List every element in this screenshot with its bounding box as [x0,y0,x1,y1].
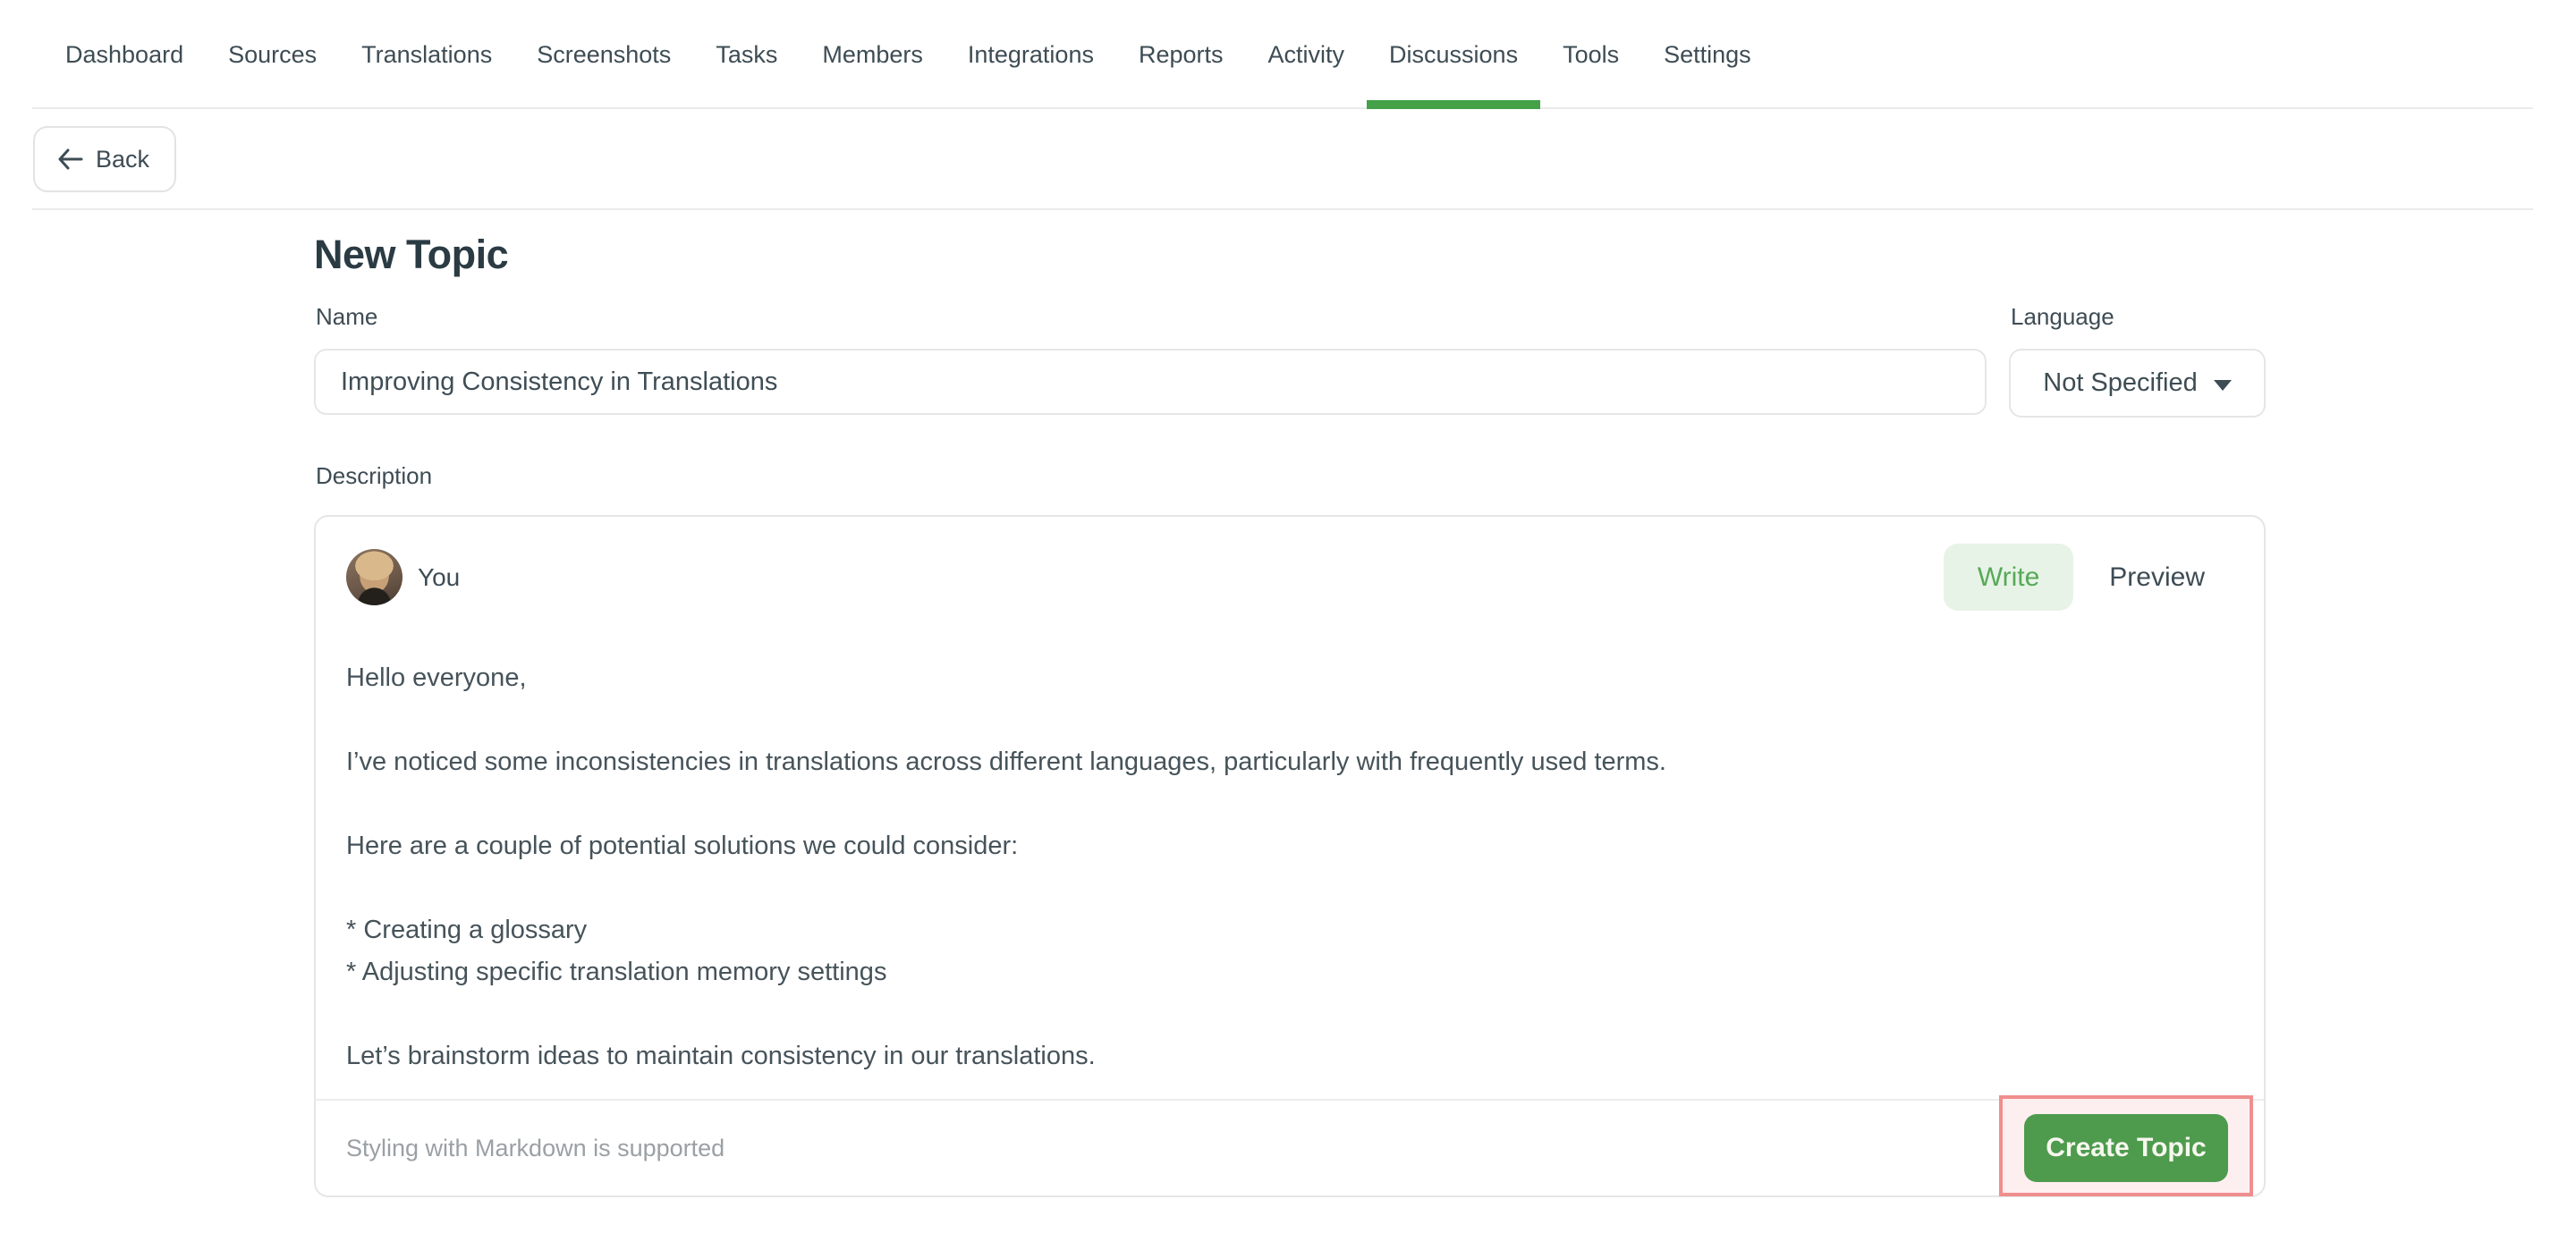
annotation-highlight: Create Topic [1999,1095,2253,1196]
project-nav: DashboardSourcesTranslationsScreenshotsT… [0,0,2576,109]
tab-tasks[interactable]: Tasks [693,0,800,109]
description-paragraph: Hello everyone, [346,657,2233,699]
back-button-label: Back [96,146,149,173]
language-dropdown-value: Not Specified [2043,368,2198,398]
author-name: You [418,563,460,592]
editor-footer: Styling with Markdown is supported Creat… [316,1099,2264,1195]
language-dropdown[interactable]: Not Specified [2009,349,2266,418]
back-toolbar: Back [0,109,2576,210]
description-paragraph: Let’s brainstorm ideas to maintain consi… [346,1035,2233,1077]
language-label: Language [2011,303,2266,331]
tab-reports[interactable]: Reports [1116,0,1246,109]
tab-settings[interactable]: Settings [1641,0,1774,109]
page-title: New Topic [314,232,2266,278]
description-editor-card: You Write Preview Hello everyone, I’ve no… [314,515,2266,1197]
chevron-down-icon [2214,380,2232,391]
description-label: Description [316,462,2266,490]
markdown-hint: Styling with Markdown is supported [346,1135,724,1162]
tab-translations[interactable]: Translations [339,0,514,109]
tab-preview[interactable]: Preview [2073,544,2241,611]
create-topic-button[interactable]: Create Topic [2024,1114,2228,1182]
description-paragraph: * Creating a glossary * Adjusting specif… [346,909,2233,993]
new-topic-form: New Topic Name Language Not Specified De… [314,232,2266,1197]
description-paragraph: I’ve noticed some inconsistencies in tra… [346,741,2233,783]
tab-screenshots[interactable]: Screenshots [514,0,693,109]
editor-header: You Write Preview [316,517,2264,611]
back-arrow-icon [56,148,83,171]
tab-activity[interactable]: Activity [1246,0,1368,109]
tab-tools[interactable]: Tools [1540,0,1641,109]
tab-write[interactable]: Write [1944,544,2073,611]
tab-sources[interactable]: Sources [206,0,339,109]
description-paragraph: Here are a couple of potential solutions… [346,825,2233,867]
topic-name-input[interactable] [314,349,1987,415]
description-textarea[interactable]: Hello everyone, I’ve noticed some inconsi… [316,611,2264,1077]
tab-members[interactable]: Members [800,0,945,109]
tab-discussions[interactable]: Discussions [1367,0,1540,109]
name-label: Name [316,303,1987,331]
back-button[interactable]: Back [33,126,176,192]
tab-integrations[interactable]: Integrations [945,0,1116,109]
avatar [346,549,402,605]
tab-dashboard[interactable]: Dashboard [43,0,206,109]
